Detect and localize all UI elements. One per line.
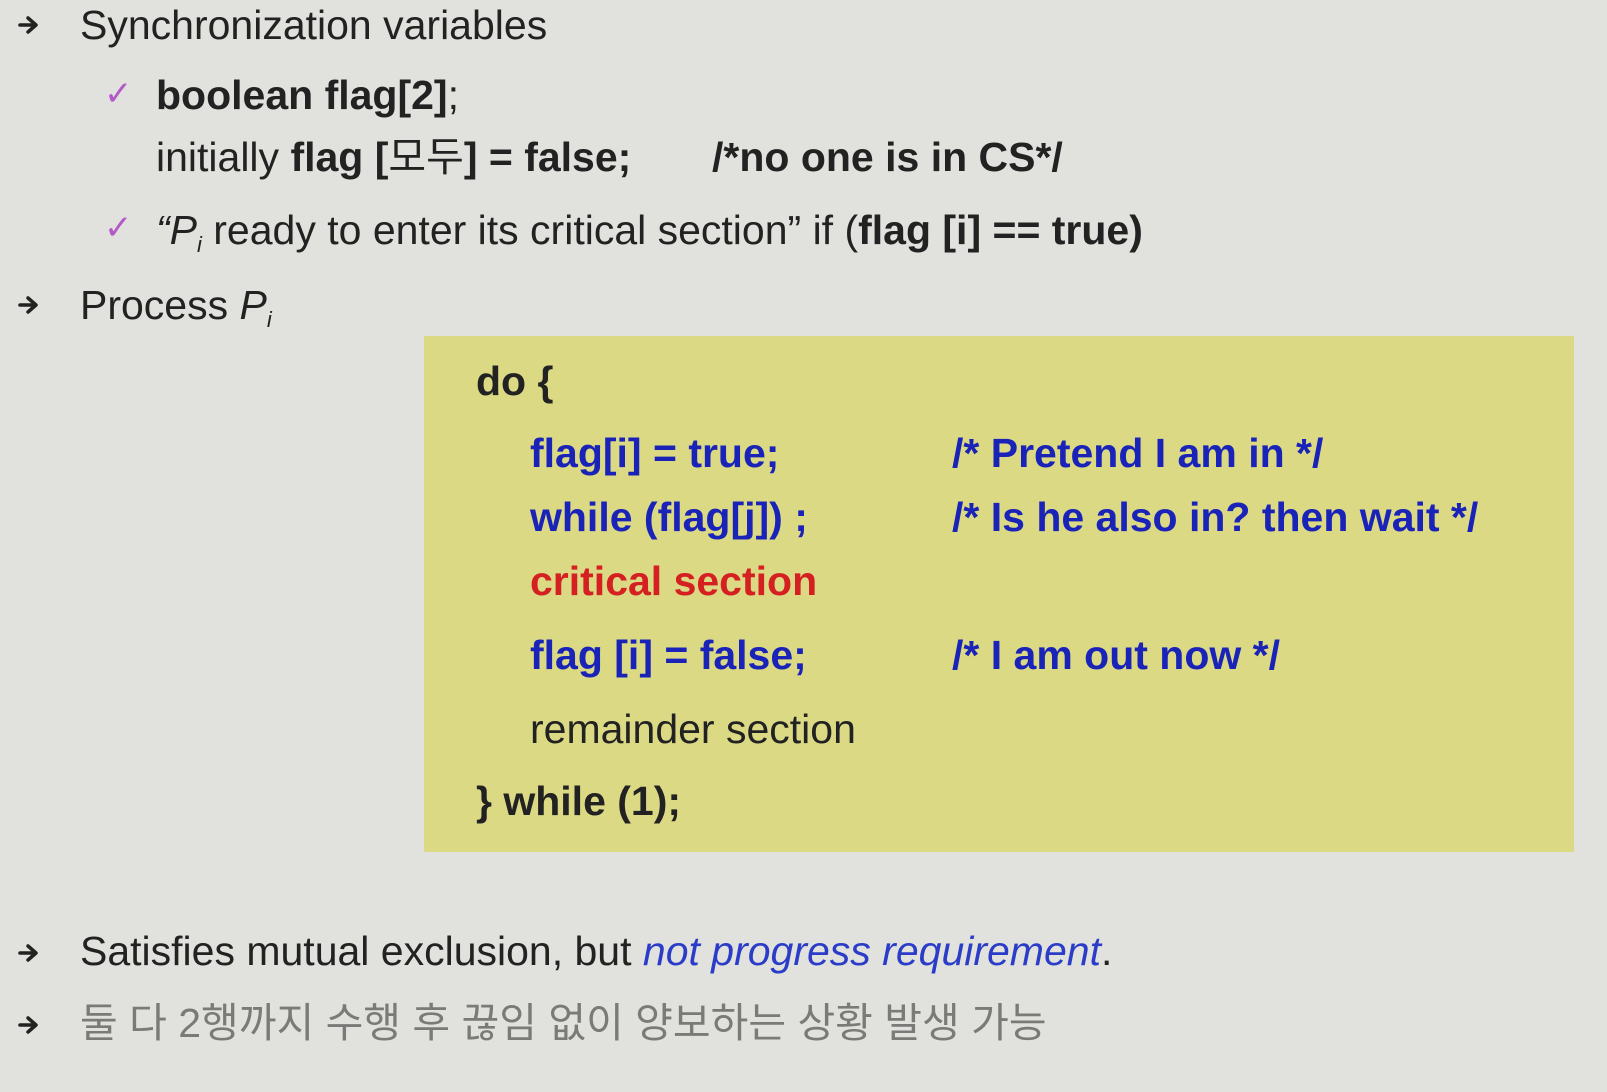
code-line-end: } while (1); [476,778,682,824]
flag-declaration: boolean flag[2]; [156,70,459,120]
satisfies-text: Satisfies mutual exclusion, but [80,928,643,974]
korean-note: 둘 다 2행까지 수행 후 끊임 없이 양보하는 상황 발생 가능 [80,1000,1047,1046]
ready-text: ready to enter its critical section” if … [201,207,859,253]
arrow-bullet-icon [18,16,38,34]
flag-decl-semicolon: ; [447,72,459,118]
code-line-while: while (flag[j]) ; [530,494,808,540]
code-comment-pretend: /* Pretend I am in */ [952,430,1324,476]
satisfies-highlight: not progress requirement [642,928,1101,974]
ready-condition: “Pi ready to enter its critical section”… [156,205,1143,270]
checkmark-icon: ✓ [104,75,133,113]
code-line-critical: critical section [530,558,818,604]
code-line-flag-true: flag[i] = true; [530,430,780,476]
ready-cond: flag [i] == true [858,207,1130,253]
arrow-bullet-icon [18,296,38,314]
flag-initialization: initially flag [모두] = false; [156,132,631,182]
flag-decl-text: boolean flag[2] [156,72,448,118]
checkmark-icon: ✓ [104,209,133,247]
ready-close: ) [1129,207,1143,253]
init-prefix: initially [156,134,291,180]
process-subscript: i [266,307,272,332]
satisfies-statement: Satisfies mutual exclusion, but not prog… [80,926,1112,976]
init-korean: 모두 [388,134,464,180]
arrow-bullet-icon [18,944,38,962]
satisfies-end: . [1100,928,1113,974]
sync-vars-heading: Synchronization variables [80,2,548,48]
process-prefix: Process [80,282,240,328]
code-comment-wait: /* Is he also in? then wait */ [952,494,1479,540]
process-heading: Process Pi [80,280,272,345]
code-comment-out: /* I am out now */ [952,632,1281,678]
init-comment: /*no one is in CS*/ [712,134,1063,180]
ready-open-quote: “P [156,207,197,253]
init-rest: ] = false; [463,134,632,180]
code-line-do: do { [476,358,554,404]
init-flag: flag [ [290,134,389,180]
arrow-bullet-icon [18,1016,38,1034]
code-line-remainder: remainder section [530,706,856,752]
code-line-flag-false: flag [i] = false; [530,632,807,678]
process-p: P [239,282,267,328]
